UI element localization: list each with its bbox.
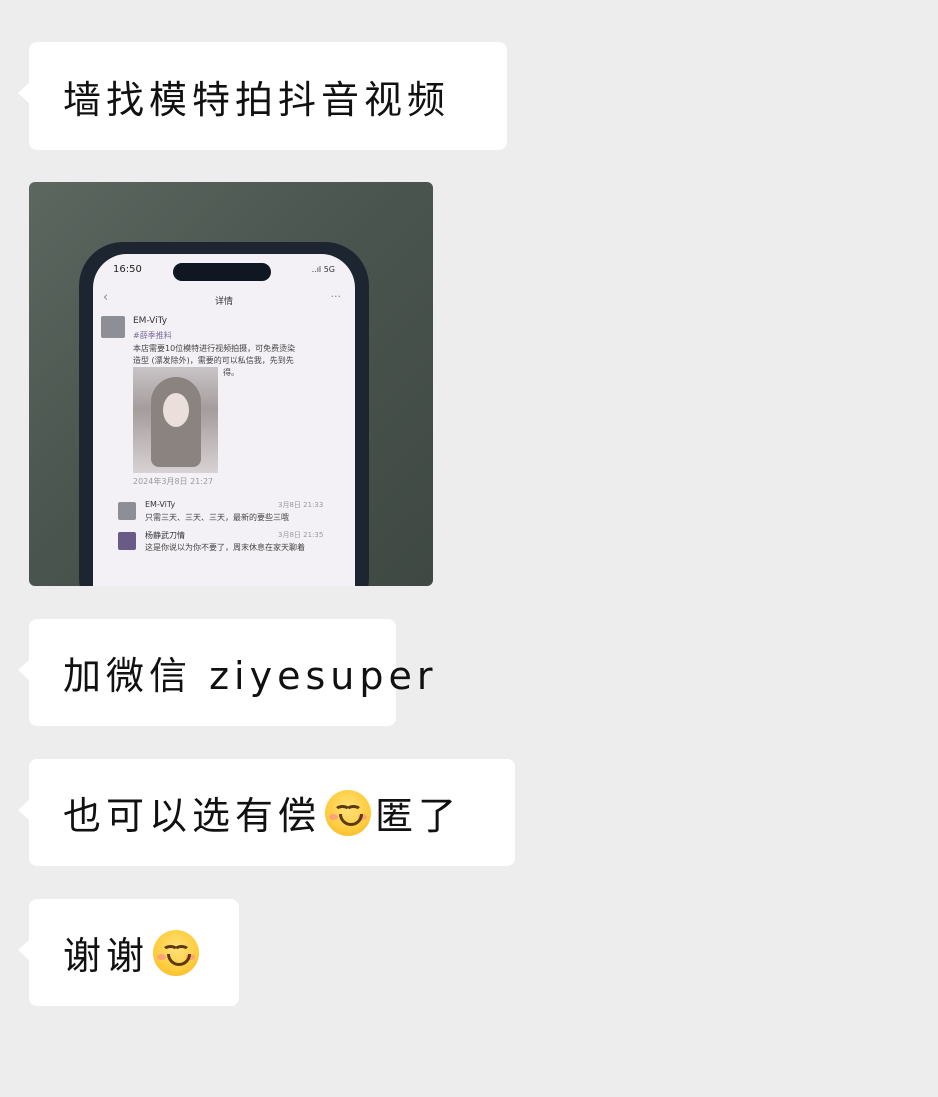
message-bubble-5[interactable]: 谢谢 xyxy=(18,899,239,1006)
post-line-3: 得。 xyxy=(223,368,239,377)
message-bubble-3[interactable]: 加微信 ziyesuper xyxy=(18,619,432,726)
dynamic-island xyxy=(173,263,271,281)
message-text-after: 匿了 xyxy=(375,794,462,838)
comment-time: 3月8日 21:33 xyxy=(278,501,324,509)
avatar xyxy=(118,532,136,550)
more-icon: ··· xyxy=(330,290,342,303)
avatar xyxy=(118,502,136,520)
comment-text: 只需三天、三天、三天，最新的要些三哦 xyxy=(145,513,289,522)
comment-time: 3月8日 21:35 xyxy=(278,531,324,539)
message-text-before: 也可以选有偿 xyxy=(63,794,322,838)
post-timestamp: 2024年3月8日 21:27 xyxy=(133,477,214,486)
phone-screen: 16:50 ..ıl 5G ‹ 详情 ··· EM-ViTy #薛季推料 本店需… xyxy=(93,254,355,586)
comment-username: 杨静武刀情 xyxy=(145,531,185,540)
status-signal: ..ıl 5G xyxy=(311,265,335,274)
nav-title: 详情 xyxy=(214,297,233,307)
comment-username: EM-ViTy xyxy=(145,500,176,509)
message-text: 谢谢 xyxy=(63,934,150,978)
comment-text: 这是你说以为你不要了，周末休息在家天聊着 xyxy=(145,543,305,552)
message-bubble-1[interactable]: 墙找模特拍抖音视频 xyxy=(18,42,507,150)
image-message[interactable]: 16:50 ..ıl 5G ‹ 详情 ··· EM-ViTy #薛季推料 本店需… xyxy=(29,182,433,586)
post-tag: #薛季推料 xyxy=(133,331,172,340)
avatar xyxy=(101,316,125,338)
message-bubble-4[interactable]: 也可以选有偿 匿了 xyxy=(18,759,515,866)
smiling-face-emoji-icon xyxy=(325,789,372,836)
status-time: 16:50 xyxy=(113,264,142,275)
post-line-1: 本店需要10位模特进行视频拍摄，可免费烫染 xyxy=(133,344,296,353)
post-line-2: 造型 (漂发除外)，需要的可以私信我，先到先 xyxy=(133,356,294,365)
message-text: 加微信 ziyesuper xyxy=(63,654,438,698)
phone-in-photo: 16:50 ..ıl 5G ‹ 详情 ··· EM-ViTy #薛季推料 本店需… xyxy=(79,242,369,586)
post-photo xyxy=(133,367,218,473)
message-text: 墙找模特拍抖音视频 xyxy=(63,77,451,122)
post-username: EM-ViTy xyxy=(133,316,168,326)
smiling-face-emoji-icon xyxy=(153,929,200,976)
portrait-face xyxy=(163,393,189,427)
